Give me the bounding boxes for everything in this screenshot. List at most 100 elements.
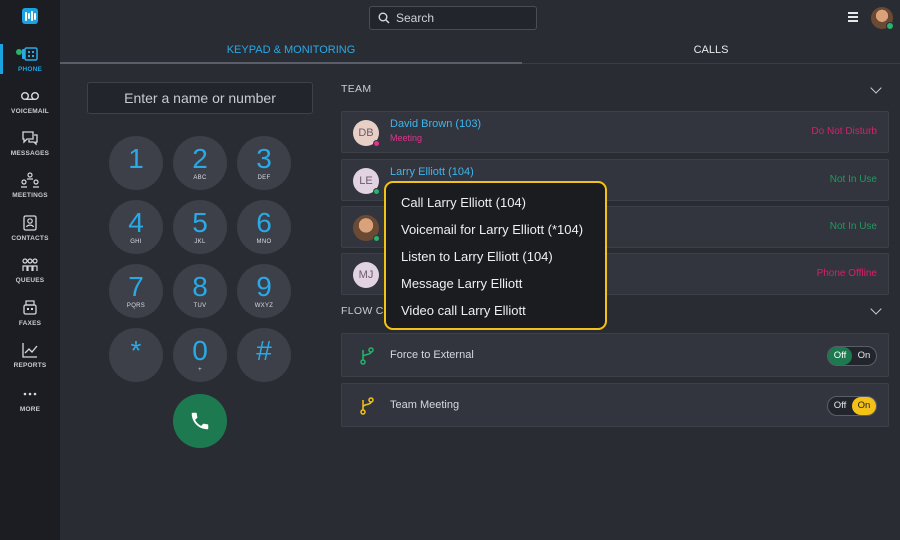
team-member-card[interactable]: DB David Brown (103) Meeting Do Not Dist…	[341, 111, 889, 153]
avatar-initials: MJ	[358, 269, 374, 281]
key-digit: 4	[128, 206, 144, 238]
branch-icon	[360, 347, 374, 365]
avatar: LE	[353, 168, 380, 195]
sidebar-item-phone[interactable]: PHONE	[0, 44, 60, 84]
toggle-off-label: Off	[833, 400, 847, 411]
meetings-icon	[20, 170, 40, 190]
key-letters: WXYZ	[254, 302, 274, 309]
status-dot	[373, 140, 380, 147]
key-letters: JKL	[194, 238, 206, 245]
tab-keypad-monitoring[interactable]: KEYPAD & MONITORING	[60, 44, 522, 64]
sidebar-item-label: FAXES	[18, 320, 42, 327]
key-letters: ABC	[193, 174, 207, 181]
flow-toggle[interactable]: Off On	[827, 346, 877, 366]
keypad-key-6[interactable]: 6 MNO	[237, 200, 291, 254]
avatar-initials: LE	[359, 175, 373, 187]
phone-handset-icon	[191, 412, 209, 430]
keypad-key-7[interactable]: 7 PQRS	[109, 264, 163, 318]
key-letters: PQRS	[126, 302, 146, 309]
sidebar-item-faxes[interactable]: FAXES	[0, 298, 60, 338]
key-digit: 3	[256, 142, 272, 174]
sidebar: PHONE VOICEMAIL MESSAGES MEETINGS CONTAC…	[0, 0, 60, 540]
key-digit: 5	[192, 206, 208, 238]
avatar: MJ	[353, 262, 379, 288]
avatar: DB	[353, 120, 380, 147]
sidebar-item-reports[interactable]: REPORTS	[0, 340, 60, 380]
key-digit: *	[130, 334, 142, 366]
key-digit: 6	[256, 206, 272, 238]
flow-control-card: Force to External Off On	[341, 333, 889, 377]
keypad-key-2[interactable]: 2 ABC	[173, 136, 227, 190]
search-placeholder: Search	[396, 11, 435, 25]
dial-number-input[interactable]: Enter a name or number	[87, 82, 313, 114]
member-activity: Meeting	[390, 133, 423, 143]
team-collapse-chevron-icon[interactable]	[870, 82, 882, 94]
key-digit: 7	[128, 270, 144, 302]
user-avatar[interactable]	[871, 7, 894, 30]
search-icon	[378, 12, 390, 24]
keypad-key-hash[interactable]: #	[237, 328, 291, 382]
more-icon	[20, 384, 40, 404]
keypad-key-9[interactable]: 9 WXYZ	[237, 264, 291, 318]
voicemail-icon	[20, 86, 40, 106]
key-digit: #	[256, 334, 272, 366]
sidebar-item-more[interactable]: MORE	[0, 384, 60, 424]
keypad-key-8[interactable]: 8 TUV	[173, 264, 227, 318]
sidebar-item-label: MEETINGS	[12, 192, 48, 199]
phone-icon	[20, 44, 40, 64]
key-letters: MNO	[256, 238, 272, 245]
toggle-on-label: On	[857, 350, 871, 361]
keypad-key-star[interactable]: *	[109, 328, 163, 382]
key-digit: 9	[256, 270, 272, 302]
keypad-key-3[interactable]: 3 DEF	[237, 136, 291, 190]
status-dot	[373, 188, 380, 195]
keypad-key-5[interactable]: 5 JKL	[173, 200, 227, 254]
menu-item-listen[interactable]: Listen to Larry Elliott (104)	[386, 247, 605, 274]
flow-name: Force to External	[390, 349, 474, 361]
sidebar-item-contacts[interactable]: CONTACTS	[0, 213, 60, 253]
status-dot	[373, 235, 380, 242]
sidebar-item-meetings[interactable]: MEETINGS	[0, 170, 60, 210]
queues-icon	[20, 255, 40, 275]
keypad-key-1[interactable]: 1	[109, 136, 163, 190]
tab-calls[interactable]: CALLS	[522, 44, 900, 64]
toggle-on-label: On	[852, 397, 876, 415]
menu-item-voicemail[interactable]: Voicemail for Larry Elliott (*104)	[386, 220, 605, 247]
sidebar-item-voicemail[interactable]: VOICEMAIL	[0, 86, 60, 126]
sidebar-item-label: PHONE	[17, 66, 43, 73]
app-logo-icon[interactable]	[22, 8, 38, 24]
flow-name: Team Meeting	[390, 399, 460, 411]
sidebar-item-label: CONTACTS	[11, 235, 49, 242]
menu-item-video-call[interactable]: Video call Larry Elliott	[386, 301, 605, 328]
key-letters: DEF	[257, 174, 271, 181]
call-button[interactable]	[173, 394, 227, 448]
key-digit: 0	[192, 334, 208, 366]
sidebar-item-label: MORE	[19, 406, 41, 413]
member-name: David Brown (103)	[390, 118, 482, 130]
avatar	[353, 215, 380, 242]
sidebar-item-label: REPORTS	[13, 362, 47, 369]
avatar-initials: DB	[358, 127, 374, 139]
menu-item-call[interactable]: Call Larry Elliott (104)	[386, 193, 605, 220]
hamburger-menu-icon[interactable]	[848, 12, 858, 22]
member-name: Larry Elliott (104)	[390, 166, 474, 178]
key-digit: 2	[192, 142, 208, 174]
search-input[interactable]: Search	[369, 6, 537, 30]
menu-item-message[interactable]: Message Larry Elliott	[386, 274, 605, 301]
key-letters: GHI	[130, 238, 142, 245]
keypad-key-0[interactable]: 0 +	[173, 328, 227, 382]
contacts-icon	[20, 213, 40, 233]
member-status: Do Not Disturb	[811, 126, 877, 137]
fax-icon	[20, 298, 40, 318]
toggle-off-label: Off	[828, 347, 852, 365]
branch-icon	[360, 397, 374, 415]
sidebar-item-queues[interactable]: QUEUES	[0, 255, 60, 295]
sidebar-item-messages[interactable]: MESSAGES	[0, 128, 60, 168]
flow-toggle[interactable]: Off On	[827, 396, 877, 416]
keypad-key-4[interactable]: 4 GHI	[109, 200, 163, 254]
flow-collapse-chevron-icon[interactable]	[870, 303, 882, 315]
sidebar-item-label: VOICEMAIL	[11, 108, 49, 115]
member-context-menu: Call Larry Elliott (104) Voicemail for L…	[384, 181, 607, 330]
key-letters: TUV	[193, 302, 207, 309]
member-status: Phone Offline	[816, 268, 877, 279]
